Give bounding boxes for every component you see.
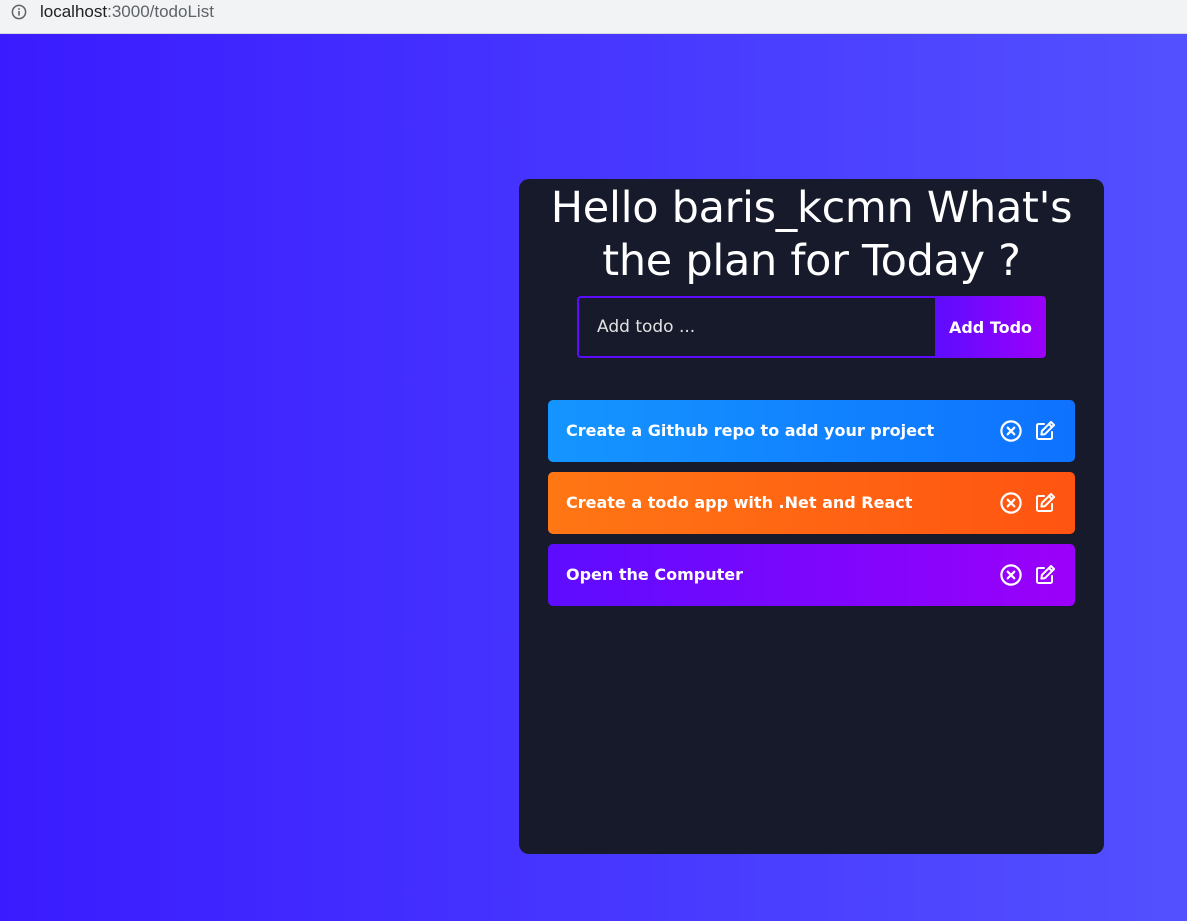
todo-app-panel: Hello baris_kcmn What's the plan for Tod…: [519, 179, 1104, 854]
page-background: Hello baris_kcmn What's the plan for Tod…: [0, 34, 1187, 921]
close-circle-icon[interactable]: [999, 563, 1023, 587]
browser-address-bar[interactable]: localhost:3000/todoList: [0, 0, 1187, 34]
url-text[interactable]: localhost:3000/todoList: [40, 1, 214, 23]
todo-item-actions: [999, 419, 1057, 443]
todo-item-text: Create a Github repo to add your project: [566, 421, 935, 440]
add-todo-button[interactable]: Add Todo: [935, 296, 1046, 358]
todo-item[interactable]: Create a Github repo to add your project: [548, 400, 1075, 462]
edit-icon[interactable]: [1033, 491, 1057, 515]
info-icon[interactable]: [11, 4, 27, 20]
todo-item-actions: [999, 491, 1057, 515]
edit-icon[interactable]: [1033, 419, 1057, 443]
close-circle-icon[interactable]: [999, 419, 1023, 443]
todo-item[interactable]: Open the Computer: [548, 544, 1075, 606]
url-host: localhost: [40, 2, 108, 21]
todo-input[interactable]: [577, 296, 935, 358]
page-title: Hello baris_kcmn What's the plan for Tod…: [550, 183, 1073, 286]
todo-item-actions: [999, 563, 1057, 587]
todo-item-text: Create a todo app with .Net and React: [566, 493, 913, 512]
close-circle-icon[interactable]: [999, 491, 1023, 515]
todo-item[interactable]: Create a todo app with .Net and React: [548, 472, 1075, 534]
todo-item-text: Open the Computer: [566, 565, 743, 584]
edit-icon[interactable]: [1033, 563, 1057, 587]
todo-form: Add Todo: [577, 296, 1046, 358]
url-path: :3000/todoList: [107, 2, 214, 21]
